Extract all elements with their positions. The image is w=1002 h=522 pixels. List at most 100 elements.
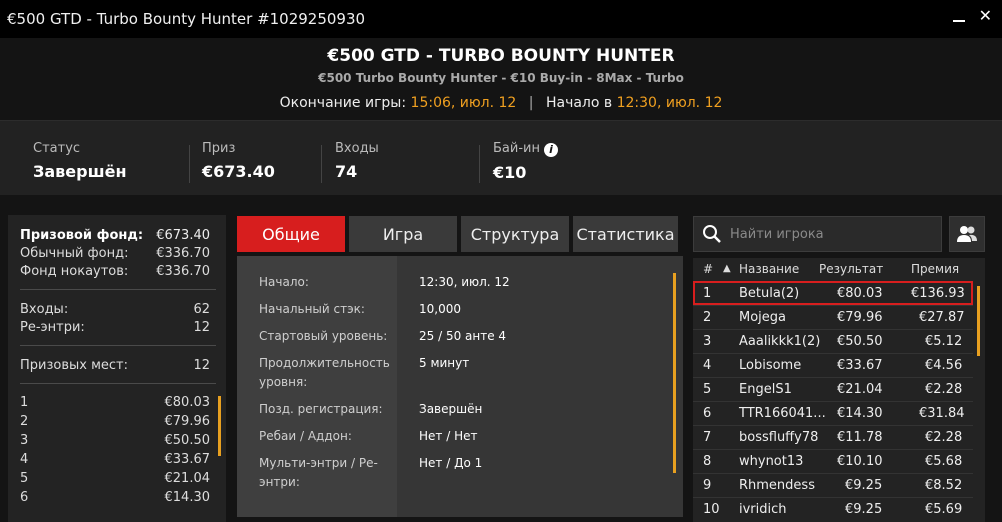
player-pos: 5 xyxy=(703,382,712,397)
start-label: Начало в xyxy=(545,95,613,111)
player-row[interactable]: 10 ivridich €9.25 €5.69 xyxy=(693,497,973,521)
payout-amount: €80.03 xyxy=(164,395,211,410)
sort-up-icon[interactable]: ▲ xyxy=(723,263,731,274)
detail-label: Начало: xyxy=(259,275,309,289)
player-row[interactable]: 3 Aaalikkk1(2) €50.50 €5.12 xyxy=(693,329,973,353)
payout-amount: €50.50 xyxy=(164,433,211,448)
payout-row: 2 €79.96 xyxy=(20,414,210,429)
paid-places-value: 12 xyxy=(193,358,210,373)
reentries-row: Ре-энтри: 12 xyxy=(20,320,210,335)
player-name: whynot13 xyxy=(739,454,804,469)
player-pos: 4 xyxy=(703,358,712,373)
player-pos: 6 xyxy=(703,406,712,421)
regular-fund-label: Обычный фонд: xyxy=(20,246,129,261)
player-row[interactable]: 4 Lobisome €33.67 €4.56 xyxy=(693,353,973,377)
player-prize: €2.28 xyxy=(925,430,963,445)
buyin-label: Бай-ин xyxy=(493,141,540,156)
divider xyxy=(20,383,216,384)
divider xyxy=(20,345,216,346)
player-row[interactable]: 2 Mojega €79.96 €27.87 xyxy=(693,305,973,329)
ko-fund-label: Фонд нокаутов: xyxy=(20,264,129,279)
player-pos: 2 xyxy=(703,310,712,325)
detail-value: 5 минут xyxy=(419,356,470,370)
end-label: Окончание игры: xyxy=(279,95,407,111)
detail-value: Нет / Нет xyxy=(419,429,478,443)
detail-label: Позд. регистрация: xyxy=(259,402,383,416)
regular-fund-row: Обычный фонд: €336.70 xyxy=(20,246,210,261)
buyin-label-row: Бай-ин i xyxy=(493,141,558,157)
tab-statistics[interactable]: Статистика xyxy=(573,216,678,252)
title-bar: €500 GTD - Turbo Bounty Hunter #10292509… xyxy=(0,0,1002,38)
player-prize: €5.12 xyxy=(925,334,963,349)
player-search-input[interactable] xyxy=(730,226,930,242)
player-name: Lobisome xyxy=(739,358,802,373)
payout-row: 5 €21.04 xyxy=(20,471,210,486)
player-search-box xyxy=(693,216,942,252)
tab-structure[interactable]: Структура xyxy=(461,216,569,252)
player-result: €9.25 xyxy=(845,478,883,493)
payout-amount: €79.96 xyxy=(164,414,211,429)
entries-value: 62 xyxy=(193,302,210,317)
info-bar: Статус Завершён Приз €673.40 Входы 74 Ба… xyxy=(0,120,1002,195)
player-result: €33.67 xyxy=(837,358,883,373)
player-name: EngelS1 xyxy=(739,382,792,397)
prize-label: Приз xyxy=(202,141,236,156)
detail-label: Стартовый уровень: xyxy=(259,329,388,343)
player-prize: €5.69 xyxy=(925,502,963,517)
players-table: # ▲ Название Результат Премия 1 Betula(2… xyxy=(693,258,985,522)
buyin-value: €10 xyxy=(493,163,527,182)
payout-place: 2 xyxy=(20,414,29,429)
player-prize: €27.87 xyxy=(919,310,965,325)
player-row[interactable]: 9 Rhmendess €9.25 €8.52 xyxy=(693,473,973,497)
col-num[interactable]: # xyxy=(703,262,713,276)
player-result: €14.30 xyxy=(837,406,883,421)
entries-row: Входы: 62 xyxy=(20,302,210,317)
detail-label: Ребаи / Аддон: xyxy=(259,429,352,443)
prize-pool-label: Призовой фонд: xyxy=(20,228,144,243)
general-details-panel: Начало: 12:30, июл. 12 Начальный стэк: 1… xyxy=(237,256,683,517)
col-result[interactable]: Результат xyxy=(819,262,883,276)
player-name: Betula(2) xyxy=(739,286,800,301)
player-row[interactable]: 6 TTR166041... €14.30 €31.84 xyxy=(693,401,973,425)
entries-label: Входы: xyxy=(20,302,69,317)
payouts-scrollbar[interactable] xyxy=(218,396,221,456)
player-row[interactable]: 5 EngelS1 €21.04 €2.28 xyxy=(693,377,973,401)
tab-general[interactable]: Общие xyxy=(237,216,345,252)
player-prize: €2.28 xyxy=(925,382,963,397)
players-scrollbar[interactable] xyxy=(977,286,980,356)
payout-amount: €14.30 xyxy=(164,490,211,505)
player-pos: 8 xyxy=(703,454,712,469)
tab-game[interactable]: Игра xyxy=(349,216,457,252)
player-prize: €136.93 xyxy=(911,286,965,301)
info-icon[interactable]: i xyxy=(543,143,558,157)
payout-place: 4 xyxy=(20,452,29,467)
payout-amount: €33.67 xyxy=(164,452,211,467)
player-name: Aaalikkk1(2) xyxy=(739,334,821,349)
end-value: 15:06, июл. 12 xyxy=(410,95,517,111)
player-row-selected[interactable]: 1 Betula(2) €80.03 €136.93 xyxy=(693,281,973,305)
detail-label: Продолжительность уровня: xyxy=(259,356,390,389)
details-scrollbar[interactable] xyxy=(673,273,676,473)
status-value: Завершён xyxy=(33,162,127,181)
col-name[interactable]: Название xyxy=(739,262,799,276)
player-pos: 3 xyxy=(703,334,712,349)
player-row[interactable]: 8 whynot13 €10.10 €5.68 xyxy=(693,449,973,473)
player-pos: 7 xyxy=(703,430,712,445)
friends-button[interactable] xyxy=(949,216,985,252)
ko-fund-value: €336.70 xyxy=(156,264,210,279)
status-block: Статус Завершён xyxy=(33,141,127,181)
payout-place: 6 xyxy=(20,490,29,505)
player-name: ivridich xyxy=(739,502,787,517)
close-icon[interactable]: ✕ xyxy=(979,8,992,24)
minimize-icon[interactable] xyxy=(952,20,965,22)
players-table-header: # ▲ Название Результат Премия xyxy=(693,258,985,280)
info-divider xyxy=(189,145,190,183)
detail-value: 12:30, июл. 12 xyxy=(419,275,510,289)
entries-value: 74 xyxy=(335,162,358,181)
tournament-header: €500 GTD - TURBO BOUNTY HUNTER €500 Turb… xyxy=(0,38,1002,120)
col-prize[interactable]: Премия xyxy=(911,262,959,276)
prize-block: Приз €673.40 xyxy=(202,141,275,181)
start-value: 12:30, июл. 12 xyxy=(616,95,723,111)
times-separator: | xyxy=(528,95,534,111)
player-row[interactable]: 7 bossfluffy78 €11.78 €2.28 xyxy=(693,425,973,449)
